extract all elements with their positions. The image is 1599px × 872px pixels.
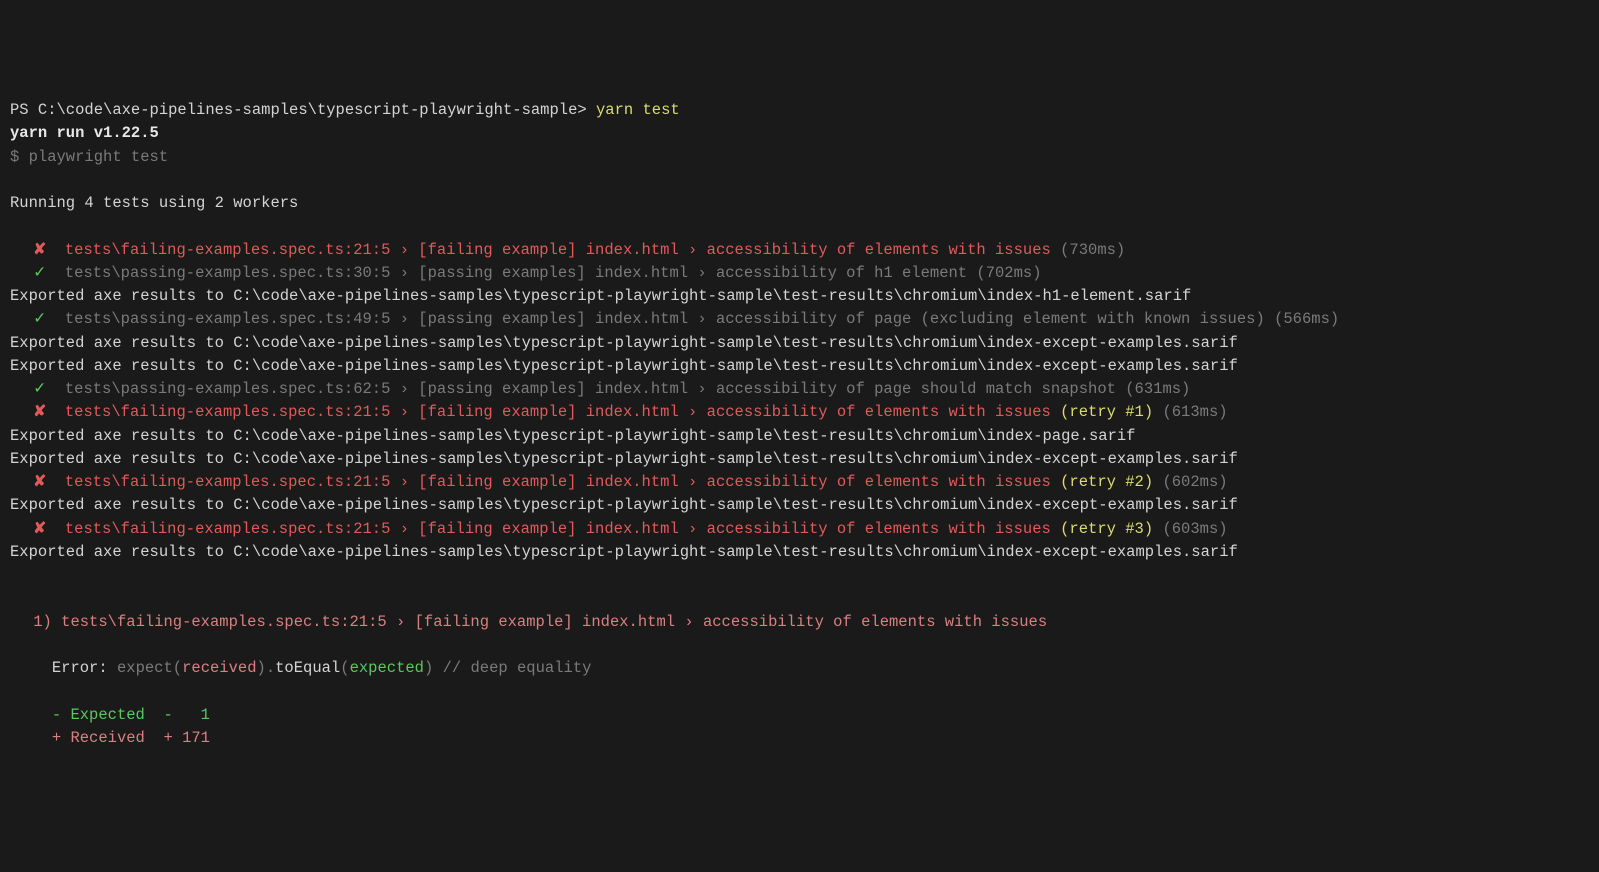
test-pass-line: ✓ tests\passing-examples.spec.ts:49:5 › …	[10, 308, 1589, 331]
test-fail-line: ✘ tests\failing-examples.spec.ts:21:5 › …	[10, 518, 1589, 541]
export-line: Exported axe results to C:\code\axe-pipe…	[10, 285, 1589, 308]
export-line: Exported axe results to C:\code\axe-pipe…	[10, 332, 1589, 355]
export-line: Exported axe results to C:\code\axe-pipe…	[10, 541, 1589, 564]
test-pass-line: ✓ tests\passing-examples.spec.ts:30:5 › …	[10, 262, 1589, 285]
sub-command-line: $ playwright test	[10, 146, 1589, 169]
error-header: 1) tests\failing-examples.spec.ts:21:5 ›…	[10, 611, 1589, 634]
terminal-output: PS C:\code\axe-pipelines-samples\typescr…	[10, 99, 1589, 750]
test-fail-line: ✘ tests\failing-examples.spec.ts:21:5 › …	[10, 471, 1589, 494]
error-expect-line: Error: expect(received).toEqual(expected…	[10, 657, 1589, 680]
test-fail-line: ✘ tests\failing-examples.spec.ts:21:5 › …	[10, 401, 1589, 424]
x-icon: ✘	[33, 473, 46, 491]
prompt-line: PS C:\code\axe-pipelines-samples\typescr…	[10, 99, 1589, 122]
diff-expected-line: - Expected - 1	[10, 704, 1589, 727]
check-icon: ✓	[33, 380, 46, 398]
check-icon: ✓	[33, 310, 46, 328]
export-line: Exported axe results to C:\code\axe-pipe…	[10, 355, 1589, 378]
test-fail-line: ✘ tests\failing-examples.spec.ts:21:5 › …	[10, 239, 1589, 262]
export-line: Exported axe results to C:\code\axe-pipe…	[10, 448, 1589, 471]
diff-received-line: + Received + 171	[10, 727, 1589, 750]
yarn-version-line: yarn run v1.22.5	[10, 122, 1589, 145]
x-icon: ✘	[33, 241, 46, 259]
running-summary: Running 4 tests using 2 workers	[10, 192, 1589, 215]
export-line: Exported axe results to C:\code\axe-pipe…	[10, 425, 1589, 448]
test-pass-line: ✓ tests\passing-examples.spec.ts:62:5 › …	[10, 378, 1589, 401]
check-icon: ✓	[33, 264, 46, 282]
x-icon: ✘	[33, 520, 46, 538]
x-icon: ✘	[33, 403, 46, 421]
export-line: Exported axe results to C:\code\axe-pipe…	[10, 494, 1589, 517]
